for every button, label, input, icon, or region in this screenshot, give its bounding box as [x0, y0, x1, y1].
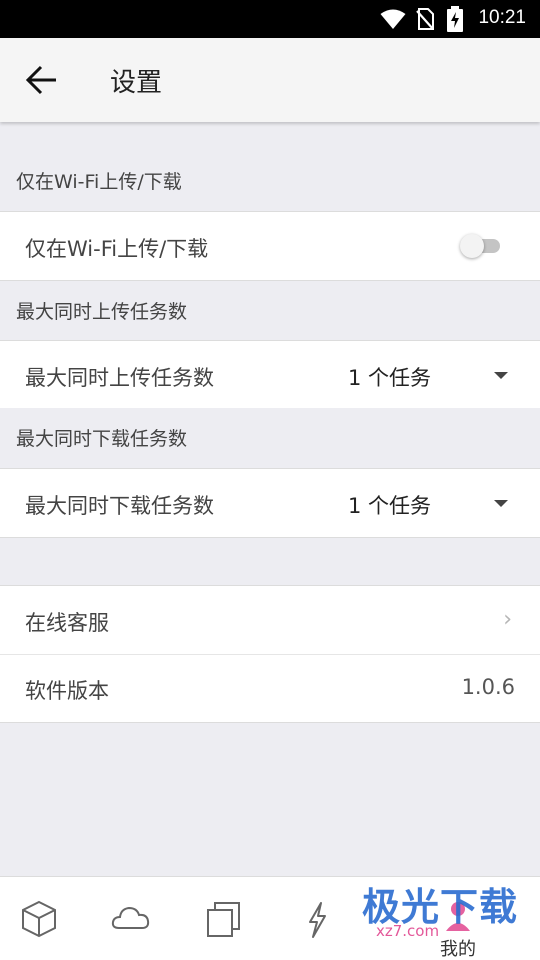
section-header-wifi: 仅在Wi-Fi上传/下载: [16, 171, 182, 193]
wifi-only-toggle[interactable]: [460, 234, 500, 258]
watermark: 极光下载 xz7.com: [358, 876, 538, 960]
online-support-label: 在线客服: [25, 611, 109, 635]
version-row: 软件版本 1.0.6: [0, 655, 540, 723]
section-header-upload: 最大同时上传任务数: [16, 301, 188, 323]
app-bar: 设置: [0, 38, 540, 122]
nav-cloud-tab[interactable]: [107, 895, 155, 943]
nav-copy-tab[interactable]: [199, 895, 247, 943]
online-support-row[interactable]: 在线客服 ›: [0, 586, 540, 654]
max-upload-row[interactable]: 最大同时上传任务数 1 个任务: [0, 340, 540, 408]
wifi-icon: [380, 9, 406, 29]
max-download-value[interactable]: 1 个任务: [348, 490, 431, 520]
dropdown-caret-icon[interactable]: [494, 372, 508, 379]
cube-icon: [22, 900, 56, 938]
status-time: 10:21: [478, 7, 526, 28]
nav-files-tab[interactable]: [15, 895, 63, 943]
no-sim-icon: [416, 8, 434, 30]
arrow-left-icon: [25, 65, 56, 95]
info-group: 在线客服 › 软件版本 1.0.6: [0, 585, 540, 723]
version-value: 1.0.6: [461, 675, 515, 699]
cloud-icon: [111, 906, 150, 929]
max-upload-label: 最大同时上传任务数: [25, 366, 214, 390]
max-upload-value[interactable]: 1 个任务: [348, 362, 431, 392]
toggle-thumb: [460, 234, 484, 258]
wifi-only-row[interactable]: 仅在Wi-Fi上传/下载: [0, 211, 540, 281]
back-button[interactable]: [20, 60, 64, 100]
lightning-icon: [309, 902, 326, 938]
wifi-only-label: 仅在Wi-Fi上传/下载: [25, 237, 209, 261]
watermark-site: xz7.com: [376, 922, 440, 940]
page-title: 设置: [110, 68, 163, 98]
chevron-right-icon: ›: [503, 607, 512, 632]
status-bar: 10:21: [0, 0, 540, 38]
version-label: 软件版本: [25, 679, 109, 703]
battery-charging-icon: [447, 6, 463, 32]
nav-flash-tab[interactable]: [293, 895, 341, 943]
max-download-row[interactable]: 最大同时下载任务数 1 个任务: [0, 468, 540, 538]
max-download-label: 最大同时下载任务数: [25, 494, 214, 518]
section-header-download: 最大同时下载任务数: [16, 428, 188, 450]
copy-icon: [207, 902, 240, 937]
dropdown-caret-icon[interactable]: [494, 500, 508, 507]
